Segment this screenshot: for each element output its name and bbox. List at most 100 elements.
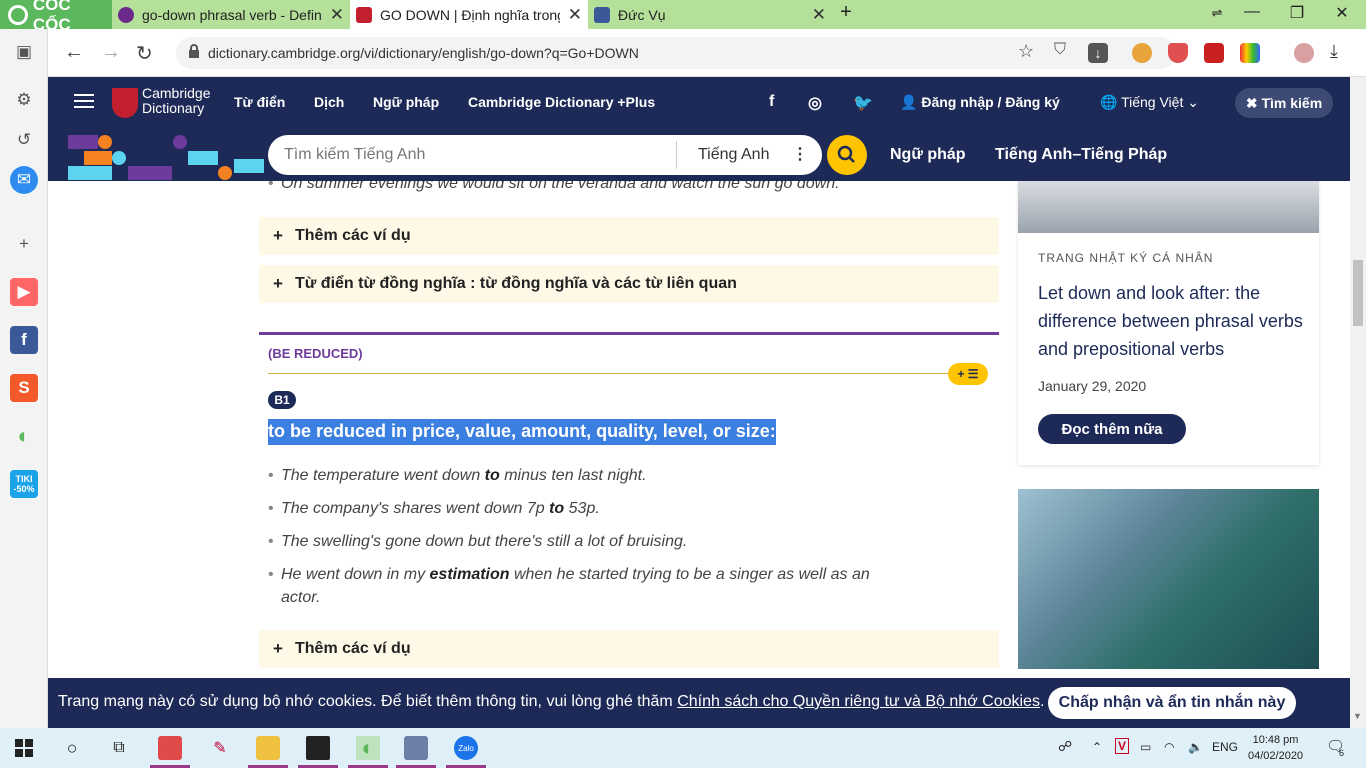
dictionary-select[interactable]: Tiếng Anh	[698, 146, 769, 164]
close-window-button[interactable]: ✕	[1327, 3, 1357, 23]
sticky-notes-icon[interactable]	[306, 736, 330, 760]
search-button[interactable]	[827, 135, 867, 175]
volume-icon[interactable]: 🔈	[1188, 740, 1203, 754]
battery-icon[interactable]: ▭	[1140, 740, 1151, 754]
nav-grammar[interactable]: Ngữ pháp	[373, 94, 439, 110]
coccoc-logo-icon	[8, 4, 28, 25]
globe-icon: 🌐	[1100, 94, 1122, 110]
lock-icon	[189, 44, 199, 58]
facebook-icon[interactable]: f	[10, 326, 38, 354]
twitter-icon[interactable]: 🐦	[853, 93, 873, 113]
promo-image[interactable]	[1018, 489, 1319, 669]
nav-plus[interactable]: Cambridge Dictionary +Plus	[468, 94, 655, 110]
coccoc-logo[interactable]: CỐC CỐC	[0, 0, 112, 34]
nav-dictionary[interactable]: Từ điển	[234, 94, 285, 110]
tab-title: Đức Vụ	[618, 6, 666, 23]
tab-facebook[interactable]: Đức Vụ ✕	[588, 0, 832, 29]
search-box[interactable]: Tìm kiếm Tiếng Anh Tiếng Anh ⋮	[268, 135, 822, 175]
site-logo[interactable]: Cambridge Dictionary	[142, 86, 210, 116]
blog-card-image	[1018, 181, 1319, 233]
browser-sidebar: ▣ ⚙ ↺ ✉ + ▶ f S ◐ TIKI -50%	[0, 29, 48, 729]
more-examples-accordion[interactable]: + Thêm các ví dụ	[259, 630, 999, 668]
adblock-icon[interactable]	[1168, 43, 1188, 63]
blog-title[interactable]: Let down and look after: the difference …	[1038, 279, 1306, 363]
app-icon-paint[interactable]: ✎	[208, 736, 232, 760]
tiki-icon[interactable]: TIKI -50%	[10, 470, 38, 498]
facebook-icon[interactable]: f	[769, 93, 774, 111]
plus-icon: +	[273, 226, 283, 245]
task-view-icon[interactable]: ⧉	[107, 736, 131, 760]
coccoc-taskbar-icon[interactable]: ◐	[356, 735, 380, 760]
file-explorer-icon[interactable]	[256, 736, 280, 760]
bookmark-star-icon[interactable]: ☆	[1018, 41, 1038, 61]
coccoc-icon[interactable]: ◐	[10, 422, 38, 450]
tiki-label: TIKI	[15, 474, 33, 484]
login-link[interactable]: 👤 Đăng nhập / Đăng ký	[900, 94, 1060, 111]
search-divider	[676, 141, 677, 169]
plus-icon: +	[273, 274, 283, 293]
profile-avatar[interactable]	[1294, 43, 1314, 63]
search-input[interactable]: Tìm kiếm Tiếng Anh	[284, 146, 425, 164]
accept-cookies-button[interactable]: Chấp nhận và ẩn tin nhắn này	[1048, 687, 1296, 719]
taskbar-clock[interactable]: 10:48 pm 04/02/2020	[1248, 732, 1303, 764]
windows-start-icon[interactable]	[12, 736, 36, 760]
more-examples-accordion[interactable]: + Thêm các ví dụ	[259, 217, 999, 255]
youtube-icon[interactable]: ▶	[10, 278, 38, 306]
input-language[interactable]: ENG	[1212, 740, 1238, 754]
cambridge-shield-logo[interactable]	[112, 88, 138, 118]
page-scrollbar[interactable]: ▼	[1350, 77, 1366, 728]
antivirus-icon[interactable]: V	[1115, 738, 1130, 754]
grammar-link[interactable]: Ngữ pháp	[890, 146, 966, 164]
thesaurus-accordion[interactable]: + Từ điển từ đồng nghĩa : từ đồng nghĩa …	[259, 265, 999, 303]
close-tab-icon[interactable]: ✕	[330, 5, 344, 25]
scroll-down-arrow[interactable]: ▼	[1353, 711, 1362, 721]
search-toggle-button[interactable]: ✖ Tìm kiếm	[1235, 88, 1333, 118]
minimize-button[interactable]: —	[1237, 3, 1267, 21]
menu-icon[interactable]	[74, 94, 94, 108]
blog-card[interactable]: TRANG NHẬT KÝ CÁ NHÂN Let down and look …	[1018, 181, 1319, 465]
scrollbar-thumb[interactable]	[1353, 260, 1363, 326]
level-badge: B1	[268, 391, 296, 409]
maximize-button[interactable]: ❐	[1282, 3, 1312, 23]
nav-translate[interactable]: Dịch	[314, 94, 344, 110]
privacy-policy-link[interactable]: Chính sách cho Quyền riêng tư và Bộ nhớ …	[677, 693, 1040, 710]
settings-icon[interactable]: ⚙	[10, 86, 38, 114]
tab-search-icon[interactable]: ⇌	[1202, 5, 1232, 21]
app-icon-red[interactable]	[158, 736, 182, 760]
wifi-icon[interactable]: ◠	[1164, 740, 1174, 754]
chevron-up-icon[interactable]: ⌃	[1092, 740, 1102, 754]
tab-go-down-cambridge[interactable]: GO DOWN | Định nghĩa trong ✕	[350, 0, 588, 29]
extension-red-icon[interactable]	[1204, 43, 1224, 63]
more-options-icon[interactable]: ⋮	[792, 144, 808, 164]
app-icon-blue[interactable]	[404, 736, 428, 760]
shield-icon[interactable]: ⛉	[1054, 41, 1074, 61]
more-examples-label: Thêm các ví dụ	[295, 640, 411, 657]
tab-go-down-phrasal[interactable]: go-down phrasal verb - Defin ✕	[112, 0, 350, 29]
download-ext-icon[interactable]: ↓	[1088, 43, 1108, 63]
reload-button[interactable]: ↻	[136, 41, 153, 66]
people-icon[interactable]: ☍	[1058, 738, 1072, 755]
zalo-icon[interactable]: Zalo	[454, 736, 478, 760]
downloads-icon[interactable]: ⤓	[1330, 41, 1350, 61]
read-more-button[interactable]: Đọc thêm nữa	[1038, 414, 1186, 444]
language-select[interactable]: 🌐 Tiếng Việt ⌄	[1100, 94, 1199, 111]
bullet: •	[268, 533, 274, 550]
new-tab-button[interactable]: +	[831, 1, 861, 24]
tab-title: go-down phrasal verb - Defin	[142, 6, 322, 23]
close-tab-icon[interactable]: ✕	[812, 5, 826, 25]
sidebar-toggle-icon[interactable]: ▣	[10, 38, 38, 66]
add-shortcut-icon[interactable]: +	[10, 230, 38, 258]
color-ext-icon[interactable]	[1240, 43, 1260, 63]
shopee-icon[interactable]: S	[10, 374, 38, 402]
forward-button[interactable]: →	[101, 41, 121, 64]
language-label: Tiếng Việt	[1121, 94, 1184, 110]
add-to-wordlist-button[interactable]: + ☰	[948, 363, 988, 385]
search-icon[interactable]: ○	[60, 736, 84, 760]
chrome-ext-icon[interactable]	[1132, 43, 1152, 63]
messenger-icon[interactable]: ✉	[10, 166, 38, 194]
history-icon[interactable]: ↺	[10, 126, 38, 154]
back-button[interactable]: ←	[64, 41, 84, 64]
english-french-link[interactable]: Tiếng Anh–Tiếng Pháp	[995, 146, 1167, 164]
close-tab-icon[interactable]: ✕	[568, 5, 582, 25]
instagram-icon[interactable]: ◎	[808, 93, 822, 113]
